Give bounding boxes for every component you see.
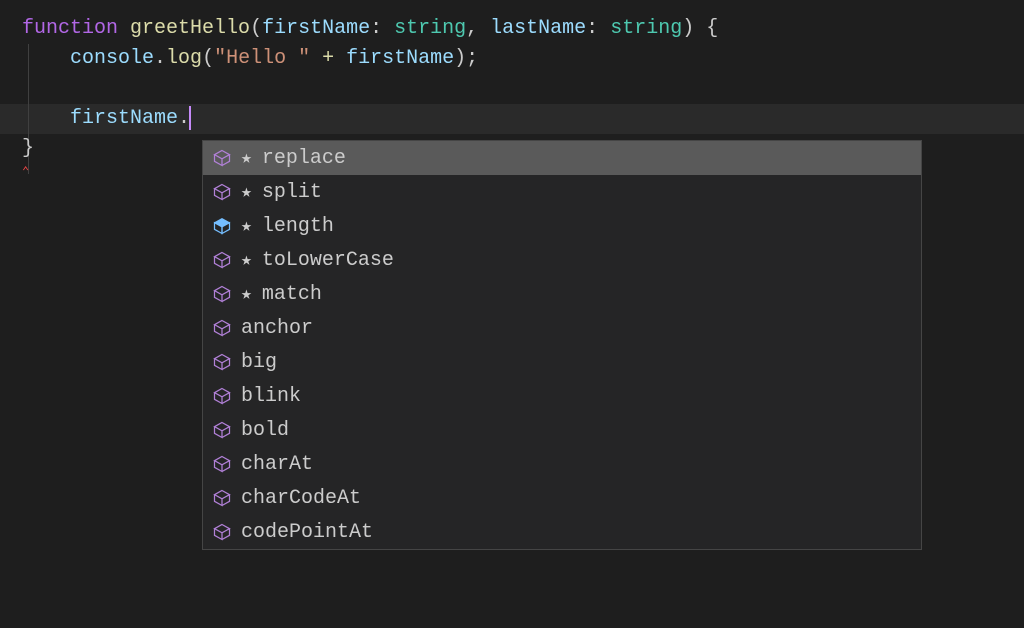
method-call: log <box>166 47 202 70</box>
method-icon <box>211 419 233 441</box>
star-icon: ★ <box>241 181 252 203</box>
autocomplete-item[interactable]: charCodeAt <box>203 481 921 515</box>
autocomplete-item[interactable]: ★ match <box>203 277 921 311</box>
autocomplete-item[interactable]: ★ split <box>203 175 921 209</box>
code-line: console.log("Hello " + firstName); <box>22 44 1024 74</box>
method-icon <box>211 487 233 509</box>
field-icon <box>211 215 233 237</box>
parameter: firstName <box>262 17 370 40</box>
autocomplete-item[interactable]: bold <box>203 413 921 447</box>
autocomplete-item[interactable]: big <box>203 345 921 379</box>
autocomplete-label: big <box>241 351 277 374</box>
method-icon <box>211 521 233 543</box>
autocomplete-label: replace <box>262 147 346 170</box>
method-icon <box>211 385 233 407</box>
star-icon: ★ <box>241 249 252 271</box>
method-icon <box>211 147 233 169</box>
autocomplete-item[interactable]: codePointAt <box>203 515 921 549</box>
parameter: lastName <box>490 17 586 40</box>
autocomplete-item[interactable]: ★ replace <box>203 141 921 175</box>
code-line <box>22 74 1024 104</box>
keyword: function <box>22 17 118 40</box>
star-icon: ★ <box>241 283 252 305</box>
autocomplete-label: blink <box>241 385 301 408</box>
method-icon <box>211 317 233 339</box>
error-squiggle-icon: ⌃ <box>22 164 29 179</box>
object: console <box>70 47 154 70</box>
autocomplete-label: codePointAt <box>241 521 373 544</box>
function-name: greetHello <box>130 17 250 40</box>
autocomplete-label: split <box>262 181 322 204</box>
string-literal: "Hello " <box>214 47 310 70</box>
method-icon <box>211 351 233 373</box>
code-line: function greetHello(firstName: string, l… <box>22 14 1024 44</box>
autocomplete-label: length <box>262 215 334 238</box>
method-icon <box>211 249 233 271</box>
type: string <box>610 17 682 40</box>
autocomplete-label: match <box>262 283 322 306</box>
autocomplete-item[interactable]: ★ length <box>203 209 921 243</box>
autocomplete-item[interactable]: blink <box>203 379 921 413</box>
autocomplete-label: charCodeAt <box>241 487 361 510</box>
autocomplete-label: bold <box>241 419 289 442</box>
text-cursor <box>189 106 191 130</box>
autocomplete-label: charAt <box>241 453 313 476</box>
autocomplete-item[interactable]: ★ toLowerCase <box>203 243 921 277</box>
autocomplete-popup[interactable]: ★ replace ★ split ★ length ★ toLowerCase ★ match a… <box>202 140 922 550</box>
identifier: firstName <box>346 47 454 70</box>
star-icon: ★ <box>241 215 252 237</box>
method-icon <box>211 283 233 305</box>
identifier: firstName <box>70 107 178 130</box>
star-icon: ★ <box>241 147 252 169</box>
autocomplete-item[interactable]: charAt <box>203 447 921 481</box>
autocomplete-item[interactable]: anchor <box>203 311 921 345</box>
type: string <box>394 17 466 40</box>
method-icon <box>211 181 233 203</box>
method-icon <box>211 453 233 475</box>
autocomplete-label: anchor <box>241 317 313 340</box>
autocomplete-label: toLowerCase <box>262 249 394 272</box>
code-line-active: firstName. <box>22 104 1024 134</box>
